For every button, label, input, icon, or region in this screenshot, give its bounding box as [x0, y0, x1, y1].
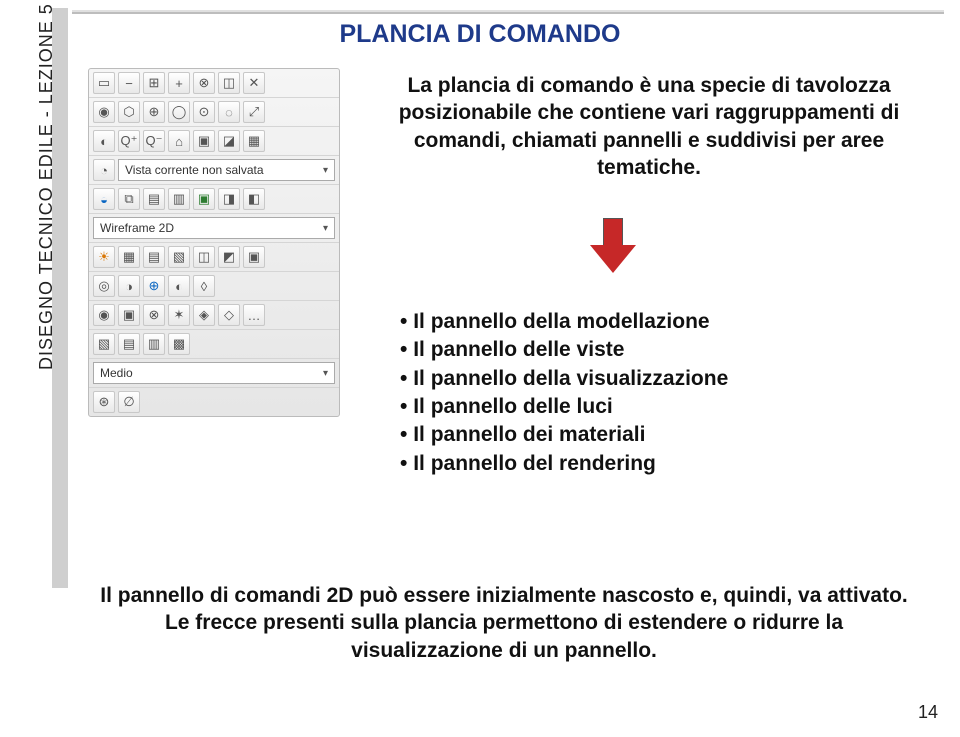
view-select-value: Vista corrente non salvata — [125, 163, 264, 177]
tool-icon[interactable]: ▣ — [193, 130, 215, 152]
bullet-list: Il pannello della modellazione Il pannel… — [400, 308, 920, 478]
tool-icon[interactable]: ⧉ — [118, 188, 140, 210]
tool-icon[interactable]: ▤ — [143, 188, 165, 210]
tool-icon[interactable]: ◯ — [168, 101, 190, 123]
tool-icon[interactable]: ⊕ — [143, 101, 165, 123]
tool-icon[interactable]: ⊛ — [93, 391, 115, 413]
tool-icon[interactable]: ∅ — [118, 391, 140, 413]
style-select[interactable]: Wireframe 2D ▾ — [93, 217, 335, 239]
tool-icon[interactable]: ▧ — [168, 246, 190, 268]
palette-row-4: ◒ ⧉ ▤ ▥ ▣ ◨ ◧ — [89, 185, 339, 214]
tool-icon[interactable]: ▩ — [168, 333, 190, 355]
tool-icon[interactable]: … — [243, 304, 265, 326]
list-item: Il pannello delle viste — [400, 336, 920, 364]
arrow-down-icon — [590, 218, 636, 274]
tool-icon[interactable]: ▦ — [243, 130, 265, 152]
tool-icon[interactable]: Q⁻ — [143, 130, 165, 152]
tool-icon[interactable]: ▣ — [118, 304, 140, 326]
list-item: Il pannello della visualizzazione — [400, 365, 920, 393]
list-item: Il pannello della modellazione — [400, 308, 920, 336]
palette-row-2: ◉ ⬡ ⊕ ◯ ⊙ ◌ ⤢ — [89, 98, 339, 127]
palette-row-8: ▧ ▤ ▥ ▩ — [89, 330, 339, 359]
tool-icon[interactable]: ◊ — [193, 275, 215, 297]
palette-row-3: ◐ Q⁺ Q⁻ ⌂ ▣ ◪ ▦ — [89, 127, 339, 156]
tool-icon[interactable]: ▦ — [118, 246, 140, 268]
tool-icon[interactable]: ▭ — [93, 72, 115, 94]
palette-row-view: ◔ Vista corrente non salvata ▾ — [89, 156, 339, 185]
tool-icon[interactable]: ▧ — [93, 333, 115, 355]
tool-icon[interactable]: ⤢ — [243, 101, 265, 123]
palette-row-9: ⊛ ∅ — [89, 388, 339, 416]
tool-icon[interactable]: ▥ — [143, 333, 165, 355]
view-select[interactable]: Vista corrente non salvata ▾ — [118, 159, 335, 181]
chevron-down-icon: ▾ — [323, 368, 328, 379]
tool-icon[interactable]: ☀ — [93, 246, 115, 268]
tool-icon[interactable]: ◧ — [243, 188, 265, 210]
tool-icon[interactable]: ◈ — [193, 304, 215, 326]
command-palette: ▭ − ⊞ + ⊗ ◫ ✕ ◉ ⬡ ⊕ ◯ ⊙ ◌ ⤢ ◐ Q⁺ Q⁻ ⌂ ▣ … — [88, 68, 340, 417]
tool-icon[interactable]: ⌂ — [168, 130, 190, 152]
tool-icon[interactable]: ⊞ — [143, 72, 165, 94]
tool-icon[interactable]: − — [118, 72, 140, 94]
tool-icon[interactable]: ◨ — [218, 188, 240, 210]
tool-icon[interactable]: ◫ — [193, 246, 215, 268]
tool-icon[interactable]: ▤ — [118, 333, 140, 355]
tool-icon[interactable]: ⊕ — [143, 275, 165, 297]
tool-icon[interactable]: ◒ — [93, 188, 115, 210]
intro-paragraph: La plancia di comando è una specie di ta… — [366, 72, 932, 181]
tool-icon[interactable]: ▣ — [193, 188, 215, 210]
page-number: 14 — [918, 702, 938, 723]
tool-icon[interactable]: ◫ — [218, 72, 240, 94]
tool-icon[interactable]: ▣ — [243, 246, 265, 268]
slide-title: PLANCIA DI COMANDO — [0, 20, 960, 49]
palette-row-style: Wireframe 2D ▾ — [89, 214, 339, 243]
list-item: Il pannello del rendering — [400, 450, 920, 478]
style-select-value: Wireframe 2D — [100, 221, 174, 235]
tool-icon[interactable]: ⬡ — [118, 101, 140, 123]
tool-icon[interactable]: ✶ — [168, 304, 190, 326]
top-rule — [72, 12, 944, 14]
tool-icon[interactable]: ◇ — [218, 304, 240, 326]
tool-icon[interactable]: ◎ — [93, 275, 115, 297]
tool-icon[interactable]: ◪ — [218, 130, 240, 152]
tool-icon[interactable]: ◐ — [168, 275, 190, 297]
list-item: Il pannello dei materiali — [400, 421, 920, 449]
chevron-down-icon: ▾ — [323, 223, 328, 234]
view-icon[interactable]: ◔ — [93, 159, 115, 181]
tool-icon[interactable]: ◌ — [218, 101, 240, 123]
tool-icon[interactable]: ◉ — [93, 304, 115, 326]
quality-select[interactable]: Medio ▾ — [93, 362, 335, 384]
palette-row-quality: Medio ▾ — [89, 359, 339, 388]
palette-row-1: ▭ − ⊞ + ⊗ ◫ ✕ — [89, 69, 339, 98]
tool-icon[interactable]: ◉ — [93, 101, 115, 123]
palette-row-5: ☀ ▦ ▤ ▧ ◫ ◩ ▣ — [89, 243, 339, 272]
palette-row-6: ◎ ◑ ⊕ ◐ ◊ — [89, 272, 339, 301]
tool-icon[interactable]: ▤ — [143, 246, 165, 268]
tool-icon[interactable]: ⊗ — [143, 304, 165, 326]
tool-icon[interactable]: + — [168, 72, 190, 94]
palette-row-7: ◉ ▣ ⊗ ✶ ◈ ◇ … — [89, 301, 339, 330]
quality-select-value: Medio — [100, 366, 133, 380]
tool-icon[interactable]: ◑ — [118, 275, 140, 297]
footer-paragraph: Il pannello di comandi 2D può essere ini… — [88, 582, 920, 664]
tool-icon[interactable]: ⊙ — [193, 101, 215, 123]
sidebar-label: DISEGNO TECNICO EDILE - LEZIONE 5 — [36, 3, 57, 370]
tool-icon[interactable]: ◐ — [93, 130, 115, 152]
tool-icon[interactable]: ▥ — [168, 188, 190, 210]
tool-icon[interactable]: ⊗ — [193, 72, 215, 94]
tool-icon[interactable]: ✕ — [243, 72, 265, 94]
chevron-down-icon: ▾ — [323, 165, 328, 176]
tool-icon[interactable]: ◩ — [218, 246, 240, 268]
list-item: Il pannello delle luci — [400, 393, 920, 421]
tool-icon[interactable]: Q⁺ — [118, 130, 140, 152]
